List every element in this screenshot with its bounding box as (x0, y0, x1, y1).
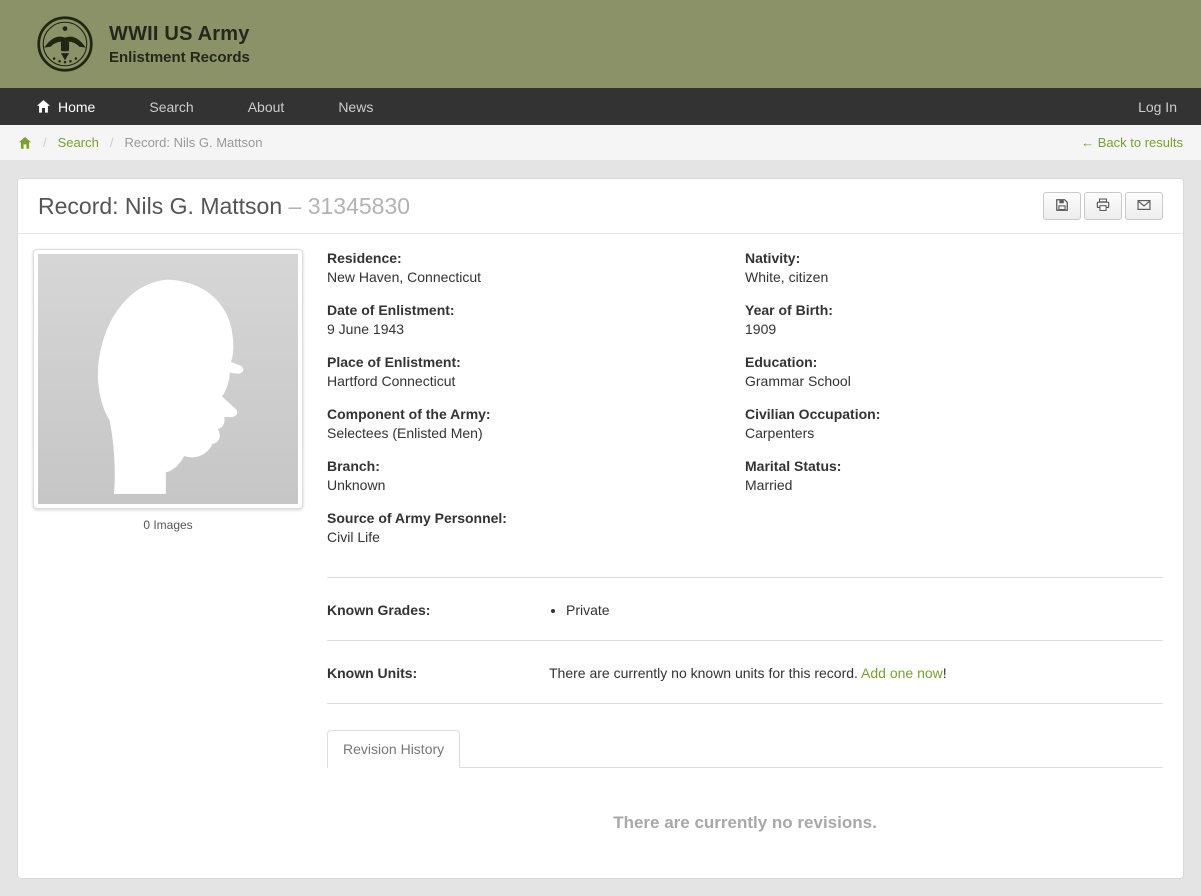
known-units-label: Known Units: (327, 665, 418, 681)
field-marital-status: Marital Status: Married (745, 458, 842, 493)
breadcrumb-current: Record: Nils G. Mattson (124, 135, 263, 150)
field-nativity: Nativity: White, citizen (745, 250, 829, 285)
known-units-message: There are currently no known units for t… (549, 665, 947, 681)
home-icon (36, 99, 51, 114)
known-units-row: Known Units: There are currently no know… (327, 659, 1163, 687)
divider (327, 640, 1163, 641)
record-number: – 31345830 (288, 192, 411, 219)
add-unit-link[interactable]: Add one now (861, 665, 943, 681)
no-revisions-message: There are currently no revisions. (613, 813, 877, 832)
site-subtitle: Enlistment Records (109, 48, 250, 66)
field-education: Education: Grammar School (745, 354, 851, 389)
page-title: Record: Nils G. Mattson – 31345830 (38, 193, 410, 220)
nav-item-about[interactable]: About (221, 88, 312, 125)
breadcrumb-bar: / Search / Record: Nils G. Mattson ← Bac… (0, 125, 1201, 161)
divider (327, 703, 1163, 704)
field-place-of-enlistment: Place of Enlistment: Hartford Connecticu… (327, 354, 461, 389)
breadcrumb-separator: / (43, 135, 47, 150)
field-component-of-army: Component of the Army: Selectees (Enlist… (327, 406, 491, 441)
save-icon (1055, 198, 1069, 215)
print-icon (1096, 198, 1110, 215)
field-civilian-occupation: Civilian Occupation: Carpenters (745, 406, 881, 441)
main-nav: Home Search About News Log In (0, 88, 1201, 125)
known-grade-item: Private (566, 602, 610, 618)
site-brand: WWII US Army Enlistment Records (36, 15, 250, 73)
nav-item-news[interactable]: News (311, 88, 400, 125)
nav-item-search[interactable]: Search (122, 88, 220, 125)
known-grades-list: Private (549, 602, 610, 618)
email-button[interactable] (1125, 192, 1163, 220)
breadcrumb: / Search / Record: Nils G. Mattson (18, 135, 262, 150)
breadcrumb-home-icon[interactable] (18, 136, 32, 150)
nav-item-label: Home (58, 98, 96, 115)
field-residence: Residence: New Haven, Connecticut (327, 250, 482, 285)
save-button[interactable] (1043, 192, 1081, 220)
back-to-results-link[interactable]: ← Back to results (1081, 135, 1183, 150)
breadcrumb-separator: / (109, 135, 114, 150)
field-date-of-enlistment: Date of Enlistment: 9 June 1943 (327, 302, 455, 337)
site-header: WWII US Army Enlistment Records (0, 0, 1201, 88)
site-title: WWII US Army (109, 22, 250, 45)
nav-item-home[interactable]: Home (20, 88, 122, 125)
record-fields-right: Nativity: White, citizen Year of Birth: … (745, 249, 1163, 561)
divider (327, 577, 1163, 578)
known-grades-row: Known Grades: Private (327, 596, 1163, 624)
image-count-caption: 0 Images (143, 518, 193, 532)
field-source-of-army-personnel: Source of Army Personnel: Civil Life (327, 510, 507, 545)
field-branch: Branch: Unknown (327, 458, 386, 493)
soldier-silhouette-icon (53, 258, 283, 501)
known-grades-label: Known Grades: (327, 602, 431, 618)
breadcrumb-search-link[interactable]: Search (58, 135, 99, 150)
photo-column: 0 Images (33, 249, 303, 868)
field-year-of-birth: Year of Birth: 1909 (745, 302, 833, 337)
record-fields-left: Residence: New Haven, Connecticut Date o… (327, 249, 745, 561)
army-seal-logo-icon (36, 15, 94, 73)
record-fields: Residence: New Haven, Connecticut Date o… (327, 249, 1163, 561)
record-action-buttons (1040, 192, 1163, 220)
page-content: Record: Nils G. Mattson – 31345830 0 Ima… (0, 161, 1201, 896)
record-card-body: 0 Images Residence: New Haven, Connectic… (18, 234, 1183, 878)
record-title: Record: Nils G. Mattson (38, 192, 283, 219)
envelope-icon (1137, 198, 1151, 215)
tab-revision-history[interactable]: Revision History (327, 730, 461, 768)
record-card-header: Record: Nils G. Mattson – 31345830 (18, 179, 1183, 234)
record-details: Residence: New Haven, Connecticut Date o… (327, 249, 1163, 868)
record-tabs: Revision History (327, 730, 1163, 768)
nav-item-login[interactable]: Log In (1111, 88, 1183, 125)
record-photo-placeholder (33, 249, 303, 509)
print-button[interactable] (1084, 192, 1122, 220)
record-card: Record: Nils G. Mattson – 31345830 0 Ima… (17, 178, 1184, 879)
